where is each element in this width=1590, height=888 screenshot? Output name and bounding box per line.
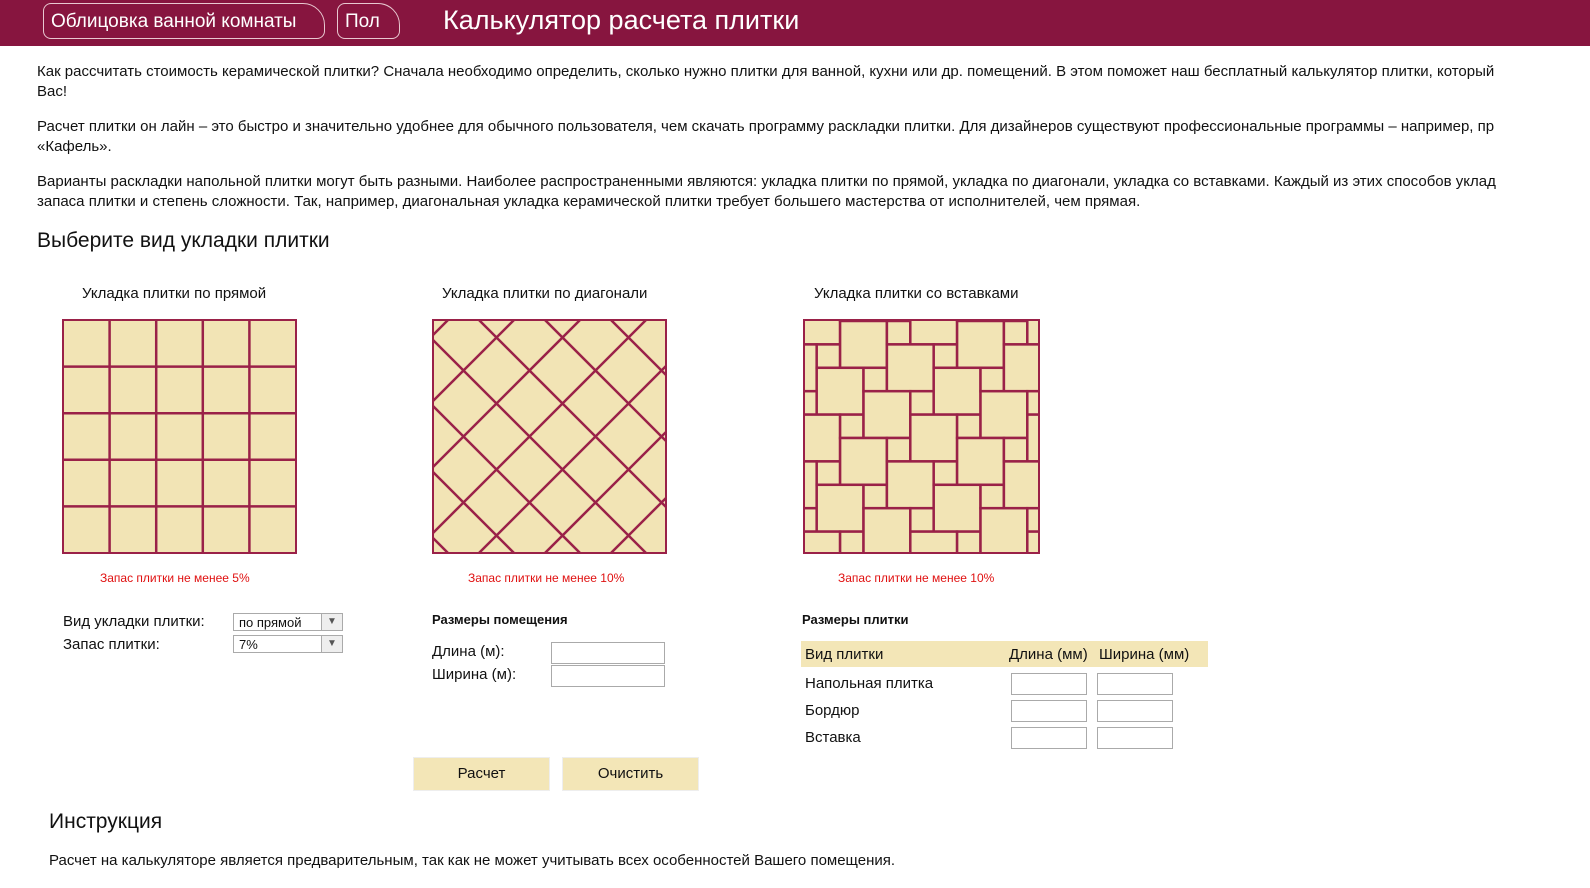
large-tile (885, 343, 935, 393)
tile-row-border: Бордюр (805, 702, 860, 719)
intro-text: Варианты раскладки напольной плитки могу… (37, 173, 1496, 190)
insert-tile (909, 506, 935, 533)
layout-type-select[interactable]: по прямой ▼ (233, 613, 343, 631)
header-tile-type: Вид плитки (805, 646, 884, 663)
large-tile (1002, 343, 1039, 393)
reserve-note: Запас плитки не менее 10% (468, 571, 625, 585)
clear-button[interactable]: Очистить (562, 757, 699, 791)
large-tile (804, 320, 842, 346)
inserts-tile-pattern-icon[interactable] (803, 319, 1040, 554)
insert-tile (909, 389, 935, 416)
reserve-label: Запас плитки: (63, 636, 160, 653)
intro-text: Расчет плитки он лайн – это быстро и зна… (37, 118, 1495, 135)
insert-tile (1002, 436, 1029, 463)
room-length-label: Длина (м): (432, 643, 505, 660)
large-tile (1002, 460, 1039, 510)
floor-tile-length-input[interactable] (1011, 673, 1087, 695)
reserve-value: 7% (239, 637, 258, 652)
instruction-text: Расчет на калькуляторе является предвари… (49, 852, 896, 869)
diagonal-tile-pattern-icon[interactable] (432, 319, 667, 554)
insert-tile (838, 413, 865, 440)
border-length-input[interactable] (1011, 700, 1087, 722)
large-tile (804, 413, 842, 463)
instruction-title: Инструкция (49, 810, 163, 833)
large-tile (979, 506, 1029, 553)
insert-width-input[interactable] (1097, 727, 1173, 749)
layout-straight-label: Укладка плитки по прямой (82, 285, 267, 302)
large-tile (955, 320, 1006, 370)
large-tile (885, 460, 935, 510)
large-tile (979, 389, 1029, 440)
header-bar: Облицовка ванной комнаты Пол Калькулятор… (0, 0, 1590, 46)
border-width-input[interactable] (1097, 700, 1173, 722)
calculate-button[interactable]: Расчет (413, 757, 550, 791)
large-tile (838, 320, 889, 370)
large-tile (804, 460, 818, 510)
tab-bathroom[interactable]: Облицовка ванной комнаты (43, 3, 325, 39)
insert-tile (979, 366, 1006, 393)
insert-length-input[interactable] (1011, 727, 1087, 749)
floor-tile-width-input[interactable] (1097, 673, 1173, 695)
chevron-down-icon: ▼ (321, 614, 342, 630)
insert-tile (955, 413, 982, 440)
insert-tile (885, 320, 912, 346)
layout-diagonal-label: Укладка плитки по диагонали (442, 285, 648, 302)
page-title: Калькулятор расчета плитки (443, 5, 800, 35)
large-tile (932, 366, 982, 416)
tile-size-title: Размеры плитки (802, 612, 909, 627)
large-tile (804, 530, 842, 553)
intro-text: Вас! (37, 83, 68, 100)
insert-tile (804, 389, 818, 416)
room-length-input[interactable] (551, 642, 665, 664)
insert-tile (955, 530, 982, 553)
insert-tile (838, 530, 865, 553)
insert-tile (1002, 320, 1029, 346)
insert-tile (932, 343, 959, 370)
room-size-title: Размеры помещения (432, 612, 568, 627)
tab-floor[interactable]: Пол (337, 3, 400, 39)
straight-tile-pattern-icon[interactable] (62, 319, 297, 554)
intro-text: запаса плитки и степень сложности. Так, … (37, 193, 1141, 210)
large-tile (804, 343, 818, 393)
intro-text: Как рассчитать стоимость керамической пл… (37, 63, 1495, 80)
reserve-note: Запас плитки не менее 5% (100, 571, 250, 585)
layout-inserts-label: Укладка плитки со вставками (814, 285, 1019, 302)
tile-frame (433, 320, 666, 553)
insert-tile (804, 506, 818, 533)
large-tile (955, 436, 1006, 487)
insert-tile (979, 483, 1006, 510)
tile-row-floor: Напольная плитка (805, 675, 934, 692)
room-width-label: Ширина (м): (432, 666, 517, 683)
insert-tile (862, 366, 889, 393)
choose-title: Выберите вид укладки плитки (37, 229, 330, 252)
layout-type-label: Вид укладки плитки: (63, 613, 205, 630)
large-tile (909, 320, 959, 346)
reserve-note: Запас плитки не менее 10% (838, 571, 995, 585)
large-tile (862, 506, 912, 553)
insert-tile (932, 460, 959, 487)
insert-tile (815, 460, 842, 487)
header-length: Длина (мм) (1009, 646, 1088, 663)
tile-table-header: Вид плитки Длина (мм) Ширина (мм) (801, 641, 1208, 667)
large-tile (815, 483, 865, 533)
layout-type-value: по прямой (239, 615, 302, 630)
header-width: Ширина (мм) (1099, 646, 1190, 663)
tile-frame (62, 319, 297, 554)
insert-tile (815, 343, 842, 370)
large-tile (932, 483, 982, 533)
large-tile (838, 436, 889, 487)
tile-row-insert: Вставка (805, 729, 861, 746)
insert-tile (885, 436, 912, 463)
intro-text: «Кафель». (37, 138, 112, 155)
reserve-select[interactable]: 7% ▼ (233, 635, 343, 653)
large-tile (909, 413, 959, 463)
large-tile (862, 389, 912, 440)
room-width-input[interactable] (551, 665, 665, 687)
large-tile (815, 366, 865, 416)
chevron-down-icon: ▼ (321, 636, 342, 652)
insert-tile (862, 483, 889, 510)
large-tile (909, 530, 959, 553)
